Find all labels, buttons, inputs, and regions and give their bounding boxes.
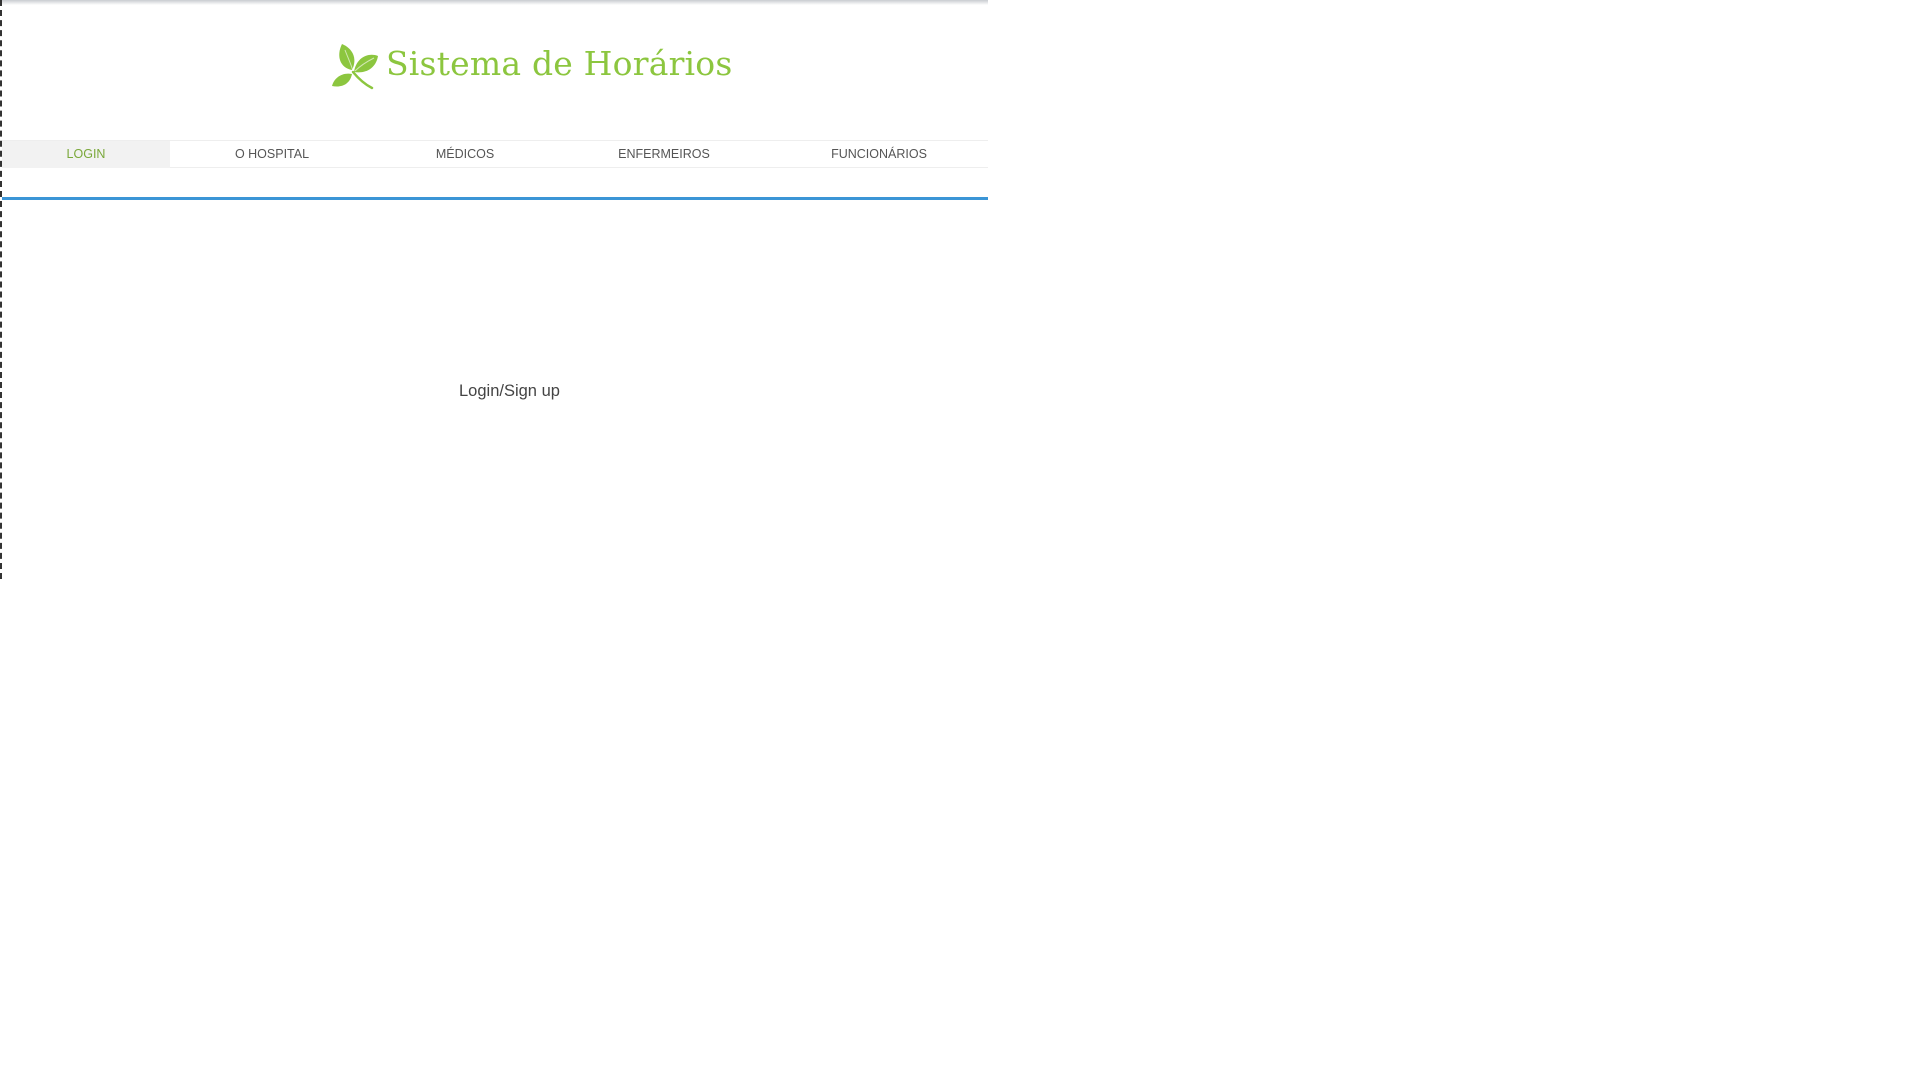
site-title: Sistema de Horários — [386, 44, 733, 83]
nav-item-o-hospital[interactable]: O HOSPITAL — [210, 141, 334, 168]
nav-item-login[interactable]: LOGIN — [2, 141, 170, 168]
site-header: Sistema de Horários — [2, 34, 988, 94]
leaf-icon[interactable] — [332, 40, 380, 90]
main-nav: LOGIN O HOSPITAL MÉDICOS ENFERMEIROS FUN… — [2, 140, 988, 168]
nav-item-medicos[interactable]: MÉDICOS — [412, 141, 518, 168]
login-signup-link[interactable]: Login/Sign up — [459, 382, 560, 401]
page-frame: Sistema de Horários LOGIN O HOSPITAL MÉD… — [0, 0, 988, 579]
nav-divider — [2, 197, 988, 200]
top-shadow — [2, 0, 988, 5]
nav-item-enfermeiros[interactable]: ENFERMEIROS — [602, 141, 726, 168]
nav-item-funcionarios[interactable]: FUNCIONÁRIOS — [814, 141, 944, 168]
